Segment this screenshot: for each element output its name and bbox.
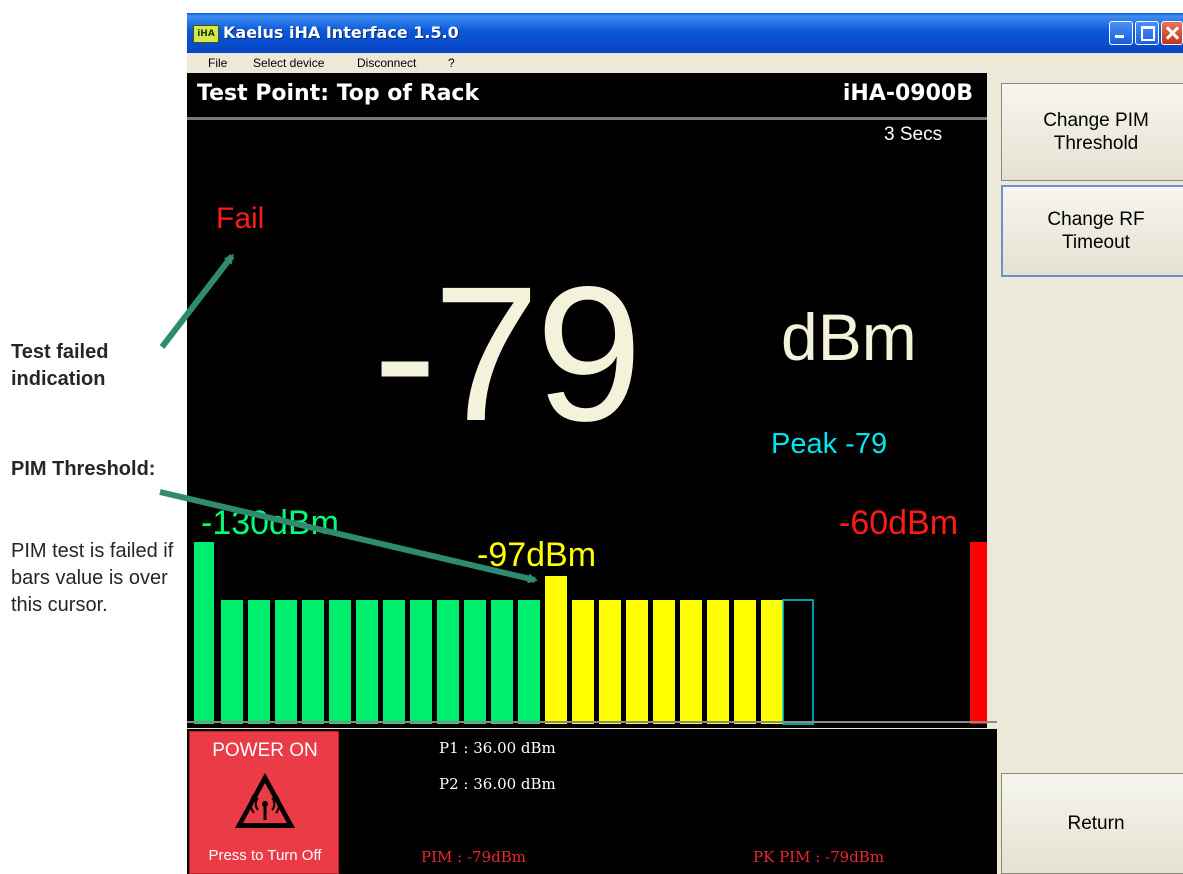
bar-peak-marker — [782, 599, 814, 725]
bar-segment — [410, 600, 432, 724]
device-id: iHA-0900B — [842, 81, 973, 106]
bar-segment — [653, 600, 675, 724]
p1-power: P1 : 36.00 dBm — [439, 739, 556, 757]
maximize-button[interactable] — [1135, 21, 1159, 45]
p2-power: P2 : 36.00 dBm — [439, 775, 556, 793]
test-point-label: Test Point: Top of Rack — [197, 81, 480, 106]
rf-warning-icon — [235, 773, 295, 828]
bar-segment — [734, 600, 756, 724]
change-pim-threshold-label: Change PIM Threshold — [1043, 110, 1149, 154]
pim-value: PIM : -79dBm — [421, 848, 526, 866]
app-icon: iHA — [193, 25, 219, 43]
return-label: Return — [1067, 813, 1125, 834]
side-panel: Change PIM Threshold Change RF Timeout R… — [997, 73, 1183, 874]
annotation-pim-threshold-title: PIM Threshold: — [11, 458, 156, 480]
divider — [187, 721, 997, 723]
menu-bar: File Select device Disconnect ? — [187, 53, 1183, 73]
pim-bar-graph — [194, 542, 987, 725]
bar-segment — [626, 600, 648, 724]
menu-help[interactable]: ? — [448, 56, 455, 70]
title-bar[interactable]: iHA Kaelus iHA Interface 1.5.0 — [187, 13, 1183, 53]
bar-segment — [437, 600, 459, 724]
menu-disconnect[interactable]: Disconnect — [357, 56, 416, 70]
bar-segment — [356, 600, 378, 724]
bar-segment — [329, 600, 351, 724]
power-button[interactable]: POWER ON Press to Turn Off — [189, 731, 339, 874]
bar-segment — [518, 600, 540, 724]
menu-file[interactable]: File — [208, 56, 227, 70]
test-point-header: Test Point: Top of Rack iHA-0900B — [187, 73, 987, 117]
bar-segment — [302, 600, 324, 724]
annotation-test-failed: Test failed indication — [11, 341, 109, 390]
menu-select-device[interactable]: Select device — [253, 56, 324, 70]
bar-segment — [680, 600, 702, 724]
power-hint: Press to Turn Off — [208, 847, 322, 864]
window-title: Kaelus iHA Interface 1.5.0 — [223, 23, 459, 42]
status-panel: POWER ON Press to Turn Off P1 : 36.00 dB… — [187, 729, 997, 874]
return-button[interactable]: Return — [1001, 773, 1183, 874]
bar-segment — [275, 600, 297, 724]
change-rf-timeout-button[interactable]: Change RF Timeout — [1001, 185, 1183, 277]
close-button[interactable] — [1161, 21, 1183, 45]
bar-segment — [707, 600, 729, 724]
bar-end-min — [194, 542, 214, 724]
annotation-pim-threshold-description: PIM test is failed if bars value is over… — [11, 540, 174, 616]
change-rf-timeout-label: Change RF Timeout — [1047, 209, 1145, 253]
app-window: iHA Kaelus iHA Interface 1.5.0 File Sele… — [187, 13, 1183, 874]
change-pim-threshold-button[interactable]: Change PIM Threshold — [1001, 83, 1183, 181]
bar-segment — [464, 600, 486, 724]
power-label: POWER ON — [212, 740, 318, 761]
peak-pim-value: PK PIM : -79dBm — [753, 848, 885, 866]
bar-threshold-cursor — [545, 576, 567, 724]
bar-segment — [761, 600, 783, 724]
measurement-display: 3 Secs Fail -79 dBm Peak -79 -130dBm -60… — [187, 117, 987, 728]
minimize-button[interactable] — [1109, 21, 1133, 45]
bar-segment — [599, 600, 621, 724]
bar-segment — [221, 600, 243, 724]
bar-segment — [491, 600, 513, 724]
bar-segment — [383, 600, 405, 724]
bar-segment — [248, 600, 270, 724]
bar-segment — [572, 600, 594, 724]
bar-end-max — [970, 542, 987, 724]
